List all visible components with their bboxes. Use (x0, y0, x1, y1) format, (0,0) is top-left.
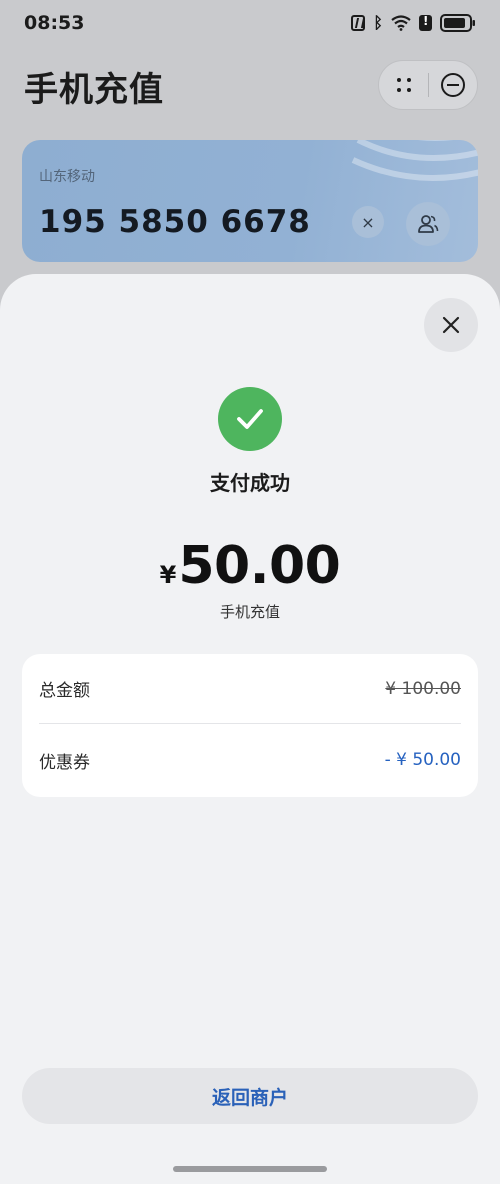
close-sheet-button[interactable] (424, 298, 478, 352)
data-icon (419, 14, 432, 31)
payment-result-sheet: 支付成功 ¥50.00 手机充值 总金额 ¥ 100.00 优惠券 - ¥ 50… (0, 274, 500, 1184)
status-bar: 08:53 ᛒ (0, 0, 500, 50)
amount-caption: 手机充值 (219, 603, 280, 621)
bluetooth-icon: ᛒ (373, 13, 383, 32)
page-title: 手机充值 (24, 70, 164, 110)
currency-symbol: ¥ (159, 561, 177, 589)
phone-number-card: 山东移动 195 5850 6678 × (22, 140, 478, 262)
amount-display: ¥50.00 (0, 536, 500, 596)
carrier-logo-watermark-icon (351, 140, 478, 181)
status-icons: ᛒ (351, 14, 476, 32)
contacts-icon (418, 215, 439, 233)
more-dots-icon (396, 78, 411, 92)
screen: 08:53 ᛒ 手机充值 (0, 0, 500, 1184)
carrier-label: 山东移动 (39, 169, 95, 185)
nfc-icon (351, 15, 366, 31)
close-icon: × (361, 212, 375, 232)
phone-number: 195 5850 6678 (39, 204, 311, 240)
detail-row-total: 总金额 ¥ 100.00 (39, 654, 461, 724)
minimize-button[interactable] (429, 60, 477, 110)
coupon-label: 优惠券 (39, 752, 90, 773)
home-indicator[interactable] (173, 1166, 327, 1172)
coupon-value: - ¥ 50.00 (384, 750, 461, 770)
paid-amount: 50.00 (178, 536, 341, 596)
return-to-merchant-button[interactable]: 返回商户 (22, 1068, 478, 1124)
close-icon (442, 316, 460, 334)
status-time: 08:53 (24, 12, 85, 34)
payment-status-text: 支付成功 (210, 471, 290, 495)
contacts-button[interactable] (406, 202, 450, 246)
wifi-icon (391, 15, 411, 31)
mini-program-capsule (378, 60, 478, 110)
total-label: 总金额 (39, 681, 90, 701)
minimize-circle-icon (440, 73, 465, 97)
total-value: ¥ 100.00 (385, 678, 461, 699)
payment-details-card: 总金额 ¥ 100.00 优惠券 - ¥ 50.00 (22, 654, 478, 797)
clear-number-button[interactable]: × (352, 206, 384, 238)
detail-row-coupon: 优惠券 - ¥ 50.00 (39, 725, 461, 795)
battery-icon (440, 14, 476, 32)
more-button[interactable] (379, 60, 428, 110)
success-check-icon (218, 387, 282, 451)
